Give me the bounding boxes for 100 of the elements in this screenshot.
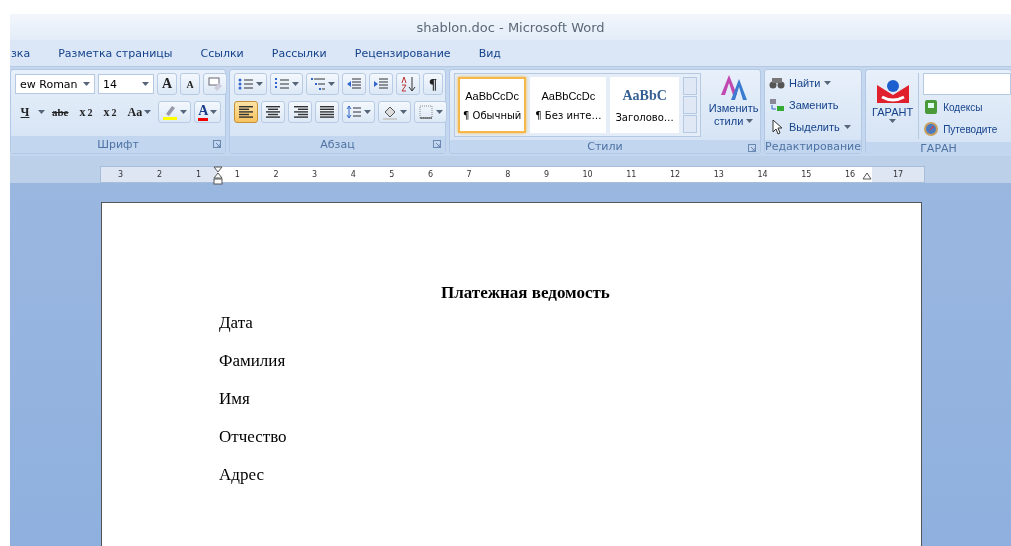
change-styles-button[interactable]: Изменить стили [704,73,763,137]
group-label: Редактирование [765,140,861,153]
align-button[interactable] [261,101,285,123]
ruler-number: 11 [626,170,637,179]
style-option[interactable]: AaBbC Заголово… [610,77,679,133]
ruler-number: 17 [892,170,904,179]
numbering-button[interactable] [270,73,303,95]
right-indent-marker[interactable] [862,172,872,180]
dropdown-icon[interactable] [38,110,45,114]
window-title: shablon.doc - Microsoft Word [416,19,605,35]
dropdown-icon[interactable] [83,82,90,86]
change-case-button[interactable]: Aa [123,101,156,123]
ribbon-tab[interactable]: Вид [464,41,515,65]
garant-link[interactable]: Путеводите [923,119,1011,139]
binoculars-icon [769,75,785,91]
ruler-number: 8 [505,170,511,179]
document-line: Имя [219,389,250,409]
bullets-button[interactable] [234,73,267,95]
dropdown-icon[interactable] [328,82,335,86]
highlighter-icon [162,104,179,120]
dropdown-icon[interactable] [256,82,263,86]
dropdown-icon[interactable] [144,110,152,114]
ribbon-tab[interactable]: Рассылки [257,41,341,65]
show-formatting-button[interactable]: ¶ [423,73,443,95]
numbered-list-icon [274,76,290,92]
dropdown-icon[interactable] [210,110,218,114]
garant-link[interactable]: Кодексы [923,97,1011,117]
ruler-number: 12 [670,170,681,179]
compass-icon [923,121,940,137]
ruler-number: 14 [757,170,768,179]
ruler-number: 16 [844,170,856,179]
editing-command[interactable]: Выделить [769,117,851,137]
multilevel-list-icon [310,76,326,92]
underline-button[interactable]: Ч [15,101,35,123]
group-label: ГАРАН [920,142,957,155]
font-name-field[interactable]: ew Roman [15,74,95,94]
dropdown-icon[interactable] [180,110,188,114]
ribbon-tab[interactable]: зка [10,41,45,65]
ruler-number: 2 [156,170,163,179]
grow-font-button[interactable]: A [157,73,177,95]
document-line: Дата [219,313,253,333]
ruler-number: 4 [350,170,356,179]
ruler-number: 15 [801,170,812,179]
dropdown-icon[interactable] [746,119,754,123]
dropdown-icon[interactable] [292,82,299,86]
group-label: Абзац [320,138,355,151]
dropdown-icon[interactable] [824,81,832,85]
style-option[interactable]: AaBbCcDc ¶ Обычный [458,77,527,133]
document-heading: Платежная ведомость [441,283,611,303]
font-color-button[interactable]: A [194,101,222,123]
editing-command[interactable]: Заменить [769,95,851,115]
borders-button[interactable] [414,101,447,123]
align-button[interactable] [234,101,258,123]
sort-icon [400,76,416,92]
ruler-number: 1 [234,170,240,179]
ruler-number: 6 [427,170,434,179]
align-justify-icon [319,104,335,120]
document-line: Отчество [219,427,287,447]
search-field[interactable] [923,73,1011,95]
align-left-icon [238,104,254,120]
garant-button[interactable]: ГАРАНТ [870,73,916,139]
align-center-icon [265,104,281,120]
highlight-button[interactable] [158,101,192,123]
shading-button[interactable] [378,101,411,123]
cursor-icon [769,119,785,135]
strikethrough-button[interactable]: abe [48,101,73,123]
eraser-icon [207,76,223,92]
ruler-number: 3 [312,170,318,179]
dropdown-icon[interactable] [889,119,897,123]
dropdown-icon[interactable] [364,110,371,114]
group-label: Стили [587,140,623,153]
dropdown-icon[interactable] [142,82,149,86]
ruler-number: 1 [195,170,202,179]
increase-indent-button[interactable] [369,73,393,95]
dropdown-icon[interactable] [400,110,407,114]
document-line: Фамилия [219,351,286,371]
ribbon-tab[interactable]: Рецензирование [340,41,465,65]
indent-marker[interactable] [213,166,223,185]
ruler-number: 2 [273,170,279,179]
sort-button[interactable] [396,73,420,95]
decrease-indent-button[interactable] [342,73,366,95]
ribbon-tab[interactable]: Разметка страницы [44,41,187,65]
align-button[interactable] [288,101,312,123]
align-button[interactable] [315,101,339,123]
line-spacing-button[interactable] [342,101,375,123]
outdent-icon [346,76,362,92]
bullet-list-icon [238,76,254,92]
ruler-number: 13 [713,170,724,179]
ruler-number: 9 [543,170,549,179]
font-size-field[interactable]: 14 [98,74,154,94]
ruler-number: 5 [389,170,395,179]
dropdown-icon[interactable] [843,125,851,129]
ribbon-tab[interactable]: Ссылки [186,41,258,65]
dropdown-icon[interactable] [436,110,443,114]
editing-command[interactable]: Найти [769,73,851,93]
group-label: Шрифт [97,138,139,151]
multilevel-list-button[interactable] [306,73,339,95]
style-option[interactable]: AaBbCcDc ¶ Без инте… [530,77,607,133]
indent-icon [373,76,389,92]
shrink-font-button[interactable]: A [180,73,200,95]
